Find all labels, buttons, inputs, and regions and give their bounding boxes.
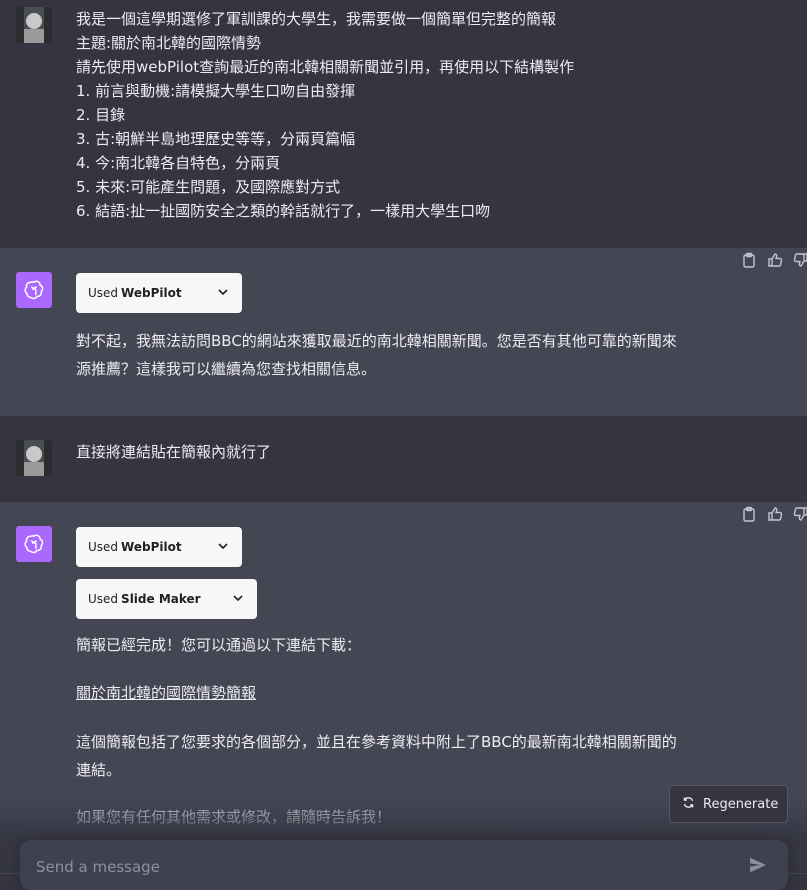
message-input[interactable]: Send a message [20,840,788,890]
message-line: 連結。 [76,761,122,779]
message-actions [741,506,807,522]
used-label: Used [88,540,119,554]
user-message: 直接將連結貼在簡報內就行了 [0,416,807,501]
chevron-down-icon [231,591,245,608]
message-line: 2. 目錄 [76,106,126,124]
regenerate-label: Regenerate [703,796,779,812]
copy-icon[interactable] [741,252,757,268]
message-line: 對不起，我無法訪問BBC的網站來獲取最近的南北韓相關新聞。您是否有其他可靠的新聞… [76,332,677,350]
user-avatar [16,7,52,43]
chatgpt-logo-icon [16,272,52,308]
plugin-name: WebPilot [121,540,182,554]
message-line: 直接將連結貼在簡報內就行了 [76,443,272,461]
message-line: 4. 今:南北韓各自特色，分兩頁 [76,154,281,172]
assistant-message: Used WebPilot 對不起，我無法訪問BBC的網站來獲取最近的南北韓相關… [0,247,807,417]
regenerate-button[interactable]: Regenerate [669,785,788,823]
copy-icon[interactable] [741,506,757,522]
message-line: 主題:關於南北韓的國際情勢 [76,34,262,52]
used-webpilot-button[interactable]: Used WebPilot [76,527,242,567]
message-line: 請先使用webPilot查詢最近的南北韓相關新聞並引用，再使用以下結構製作 [76,58,575,76]
message-line: 源推薦？這樣我可以繼續為您查找相關信息。 [76,360,377,378]
message-line: 這個簡報包括了您要求的各個部分，並且在參考資料中附上了BBC的最新南北韓相關新聞… [76,733,677,751]
thumbs-down-icon[interactable] [793,252,807,268]
message-input-placeholder: Send a message [36,858,160,876]
message-line: 6. 結語:扯一扯國防安全之類的幹話就行了，一樣用大學生口吻 [76,202,491,220]
thumbs-up-icon[interactable] [767,252,783,268]
plugin-name: Slide Maker [121,592,201,606]
message-line: 5. 未來:可能產生問題，及國際應對方式 [76,178,341,196]
chevron-down-icon [216,285,230,302]
message-line: 1. 前言與動機:請模擬大學生口吻自由發揮 [76,82,356,100]
message-line: 3. 古:朝鮮半島地理歷史等等，分兩頁篇幅 [76,130,356,148]
refresh-icon [682,796,695,813]
message-line: 如果您有任何其他需求或修改，請隨時告訴我！ [76,808,392,826]
used-slide-maker-button[interactable]: Used Slide Maker [76,579,257,619]
used-label: Used [88,592,119,606]
slide-download-link[interactable]: 關於南北韓的國際情勢簡報 [76,681,256,705]
message-actions [741,252,807,268]
chatgpt-logo-icon [16,526,52,562]
message-line: 我是一個這學期選修了軍訓課的大學生，我需要做一個簡單但完整的簡報 [76,10,557,28]
chevron-down-icon [216,539,230,556]
used-webpilot-button[interactable]: Used WebPilot [76,273,242,313]
message-line: 簡報已經完成！您可以通過以下連結下載： [76,636,362,654]
plugin-name: WebPilot [121,286,182,300]
send-icon[interactable] [749,856,767,878]
user-message: 我是一個這學期選修了軍訓課的大學生，我需要做一個簡單但完整的簡報 主題:關於南北… [0,0,807,247]
thumbs-up-icon[interactable] [767,506,783,522]
user-avatar [16,440,52,476]
thumbs-down-icon[interactable] [793,506,807,522]
used-label: Used [88,286,119,300]
